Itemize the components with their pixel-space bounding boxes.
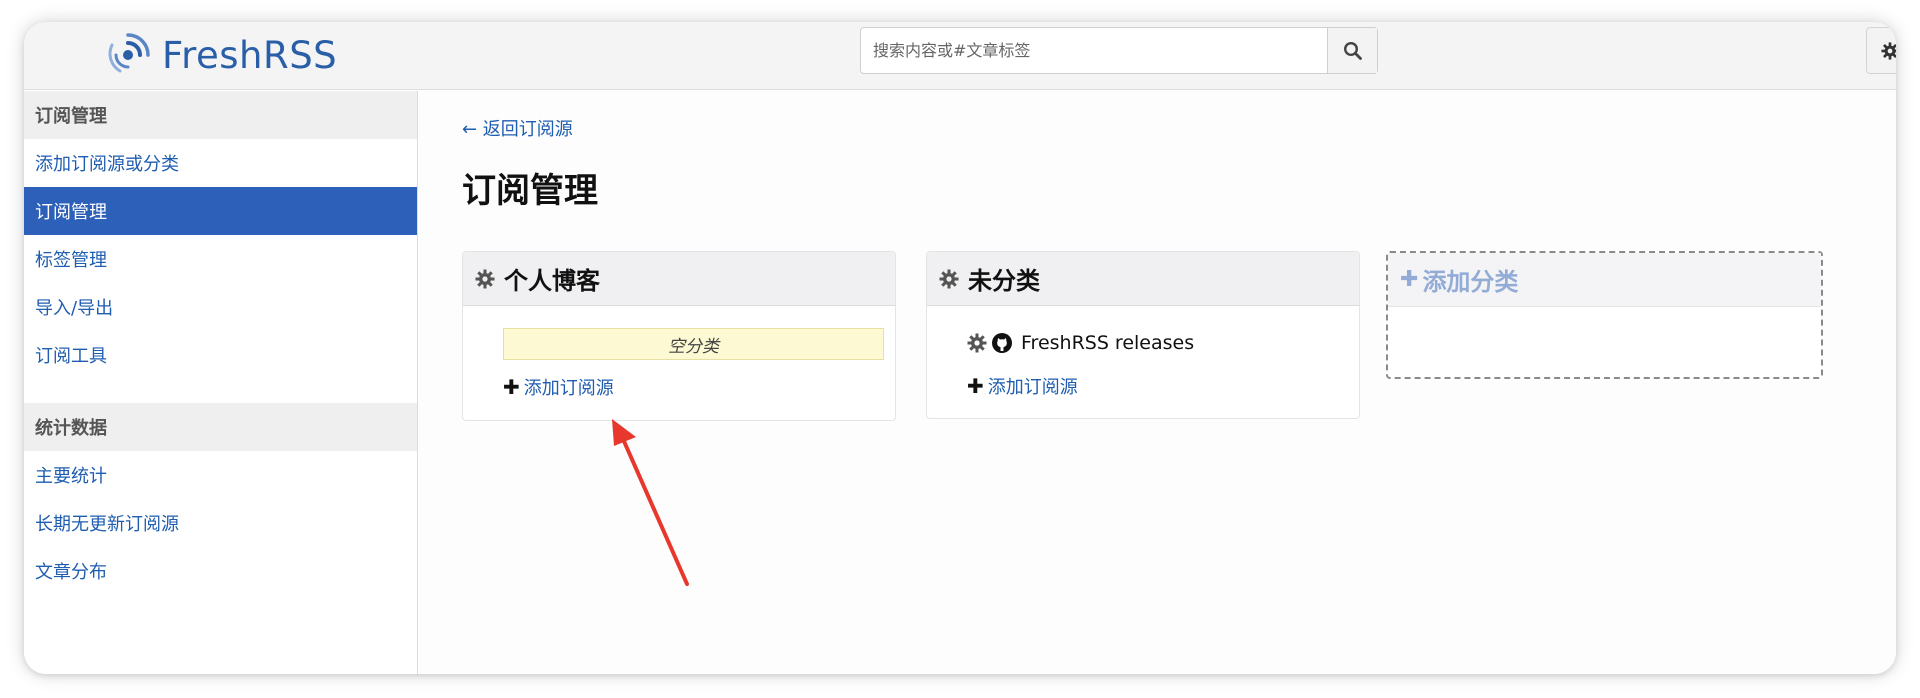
plus-icon: ✚ (1400, 267, 1419, 292)
sidebar-item-add-feed-or-category[interactable]: 添加订阅源或分类 (24, 139, 417, 187)
settings-button[interactable] (1866, 27, 1896, 74)
sidebar-item-tag-management[interactable]: 标签管理 (24, 235, 417, 283)
sidebar-item-article-distribution[interactable]: 文章分布 (24, 547, 417, 595)
header: FreshRSS (24, 22, 1896, 90)
plus-icon: ✚ (967, 374, 984, 398)
category-name: 未分类 (968, 267, 1040, 295)
sidebar-item-main-stats[interactable]: 主要统计 (24, 451, 417, 499)
sidebar-item-idle-feeds[interactable]: 长期无更新订阅源 (24, 499, 417, 547)
feed-name[interactable]: FreshRSS releases (1021, 332, 1194, 354)
search-bar (860, 27, 1378, 74)
plus-icon: ✚ (503, 375, 520, 399)
freshrss-logo-icon (108, 33, 150, 73)
search-input[interactable] (861, 28, 1327, 73)
category-box: 个人博客 空分类 ✚ 添加订阅源 (462, 251, 896, 421)
sidebar-item-subscription-tools[interactable]: 订阅工具 (24, 331, 417, 379)
feed-row: FreshRSS releases (967, 332, 1194, 354)
page-title: 订阅管理 (462, 171, 598, 211)
add-feed-link[interactable]: ✚ 添加订阅源 (503, 374, 614, 400)
sidebar-section-title: 统计数据 (24, 403, 417, 451)
search-button[interactable] (1327, 28, 1377, 73)
add-feed-link[interactable]: ✚ 添加订阅源 (967, 373, 1078, 399)
category-header: 个人博客 (463, 252, 895, 306)
category-box: 未分类 FreshRSS releases ✚ 添加订阅源 (926, 251, 1360, 419)
logo[interactable]: FreshRSS (106, 30, 337, 80)
back-to-feeds-link[interactable]: ← 返回订阅源 (462, 115, 573, 141)
sidebar-item-subscription-management[interactable]: 订阅管理 (24, 187, 417, 235)
search-icon (1343, 41, 1362, 60)
add-category-label: 添加分类 (1422, 268, 1519, 296)
empty-category-label: 空分类 (503, 328, 884, 360)
add-category-header: ✚ 添加分类 (1388, 253, 1821, 307)
category-header: 未分类 (927, 252, 1359, 306)
add-feed-label: 添加订阅源 (987, 377, 1078, 398)
gear-icon (1881, 41, 1896, 60)
sidebar: 订阅管理 添加订阅源或分类 订阅管理 标签管理 导入/导出 订阅工具 统计数据 … (24, 91, 418, 674)
category-name: 个人博客 (504, 267, 600, 295)
add-category-box[interactable]: ✚ 添加分类 (1386, 251, 1823, 379)
app-window: FreshRSS 搜索内容或#文章标签 订阅管理 添加订阅源或分类 订阅管理 标… (24, 22, 1896, 674)
add-feed-label: 添加订阅源 (523, 378, 614, 399)
github-icon (992, 333, 1012, 353)
main-content: ← 返回订阅源 订阅管理 个人博客 空分类 ✚ 添加订阅源 未分类 FreshR… (419, 91, 1896, 674)
gear-icon[interactable] (967, 333, 987, 353)
gear-icon[interactable] (475, 269, 495, 289)
sidebar-section-title: 订阅管理 (24, 91, 417, 139)
gear-icon[interactable] (939, 269, 959, 289)
app-name: FreshRSS (162, 33, 338, 77)
sidebar-item-import-export[interactable]: 导入/导出 (24, 283, 417, 331)
